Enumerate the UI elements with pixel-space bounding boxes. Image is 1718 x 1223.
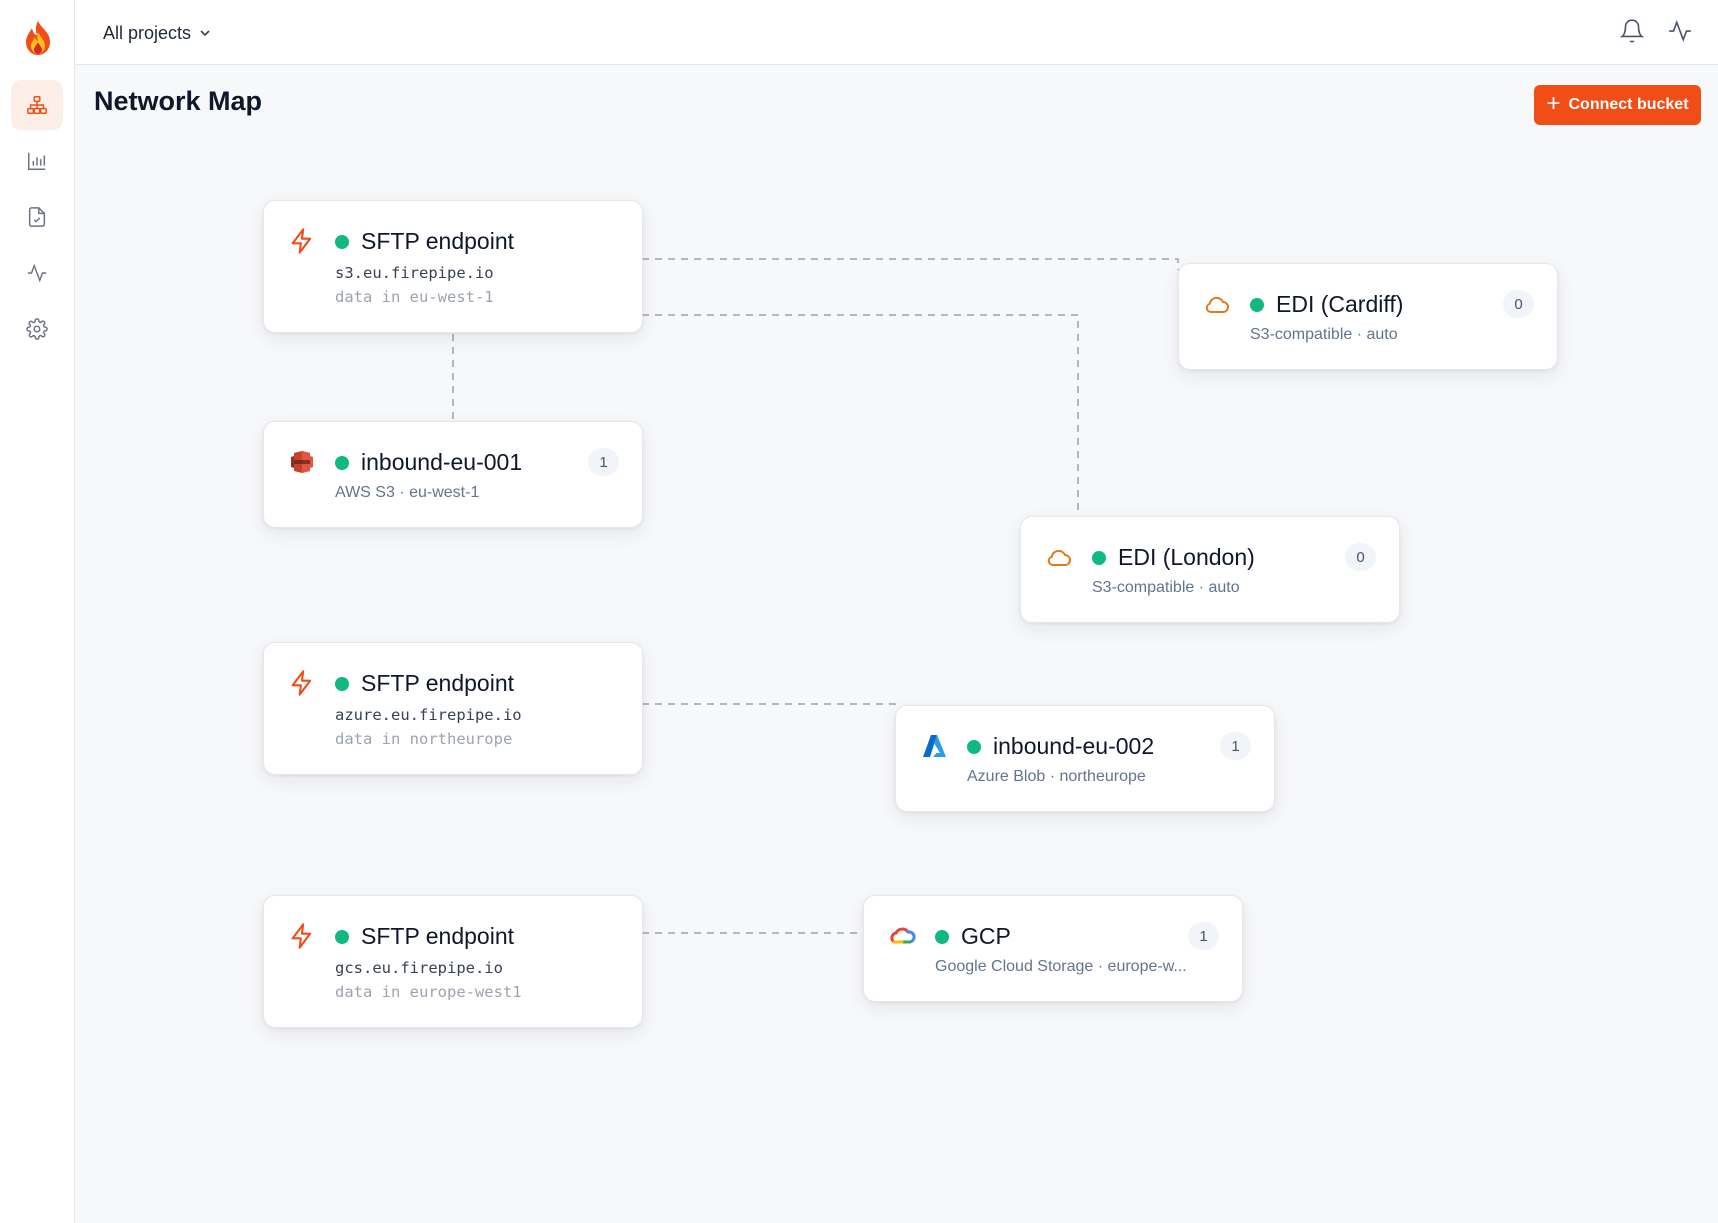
node-sftp-endpoint-gcs[interactable]: SFTP endpoint gcs.eu.firepipe.io data in… <box>263 895 643 1028</box>
node-region: data in europe-west1 <box>335 983 522 1001</box>
sidebar-item-analytics[interactable] <box>11 136 63 186</box>
project-selector[interactable]: All projects <box>103 20 211 46</box>
lightning-icon <box>288 922 316 950</box>
node-gcp[interactable]: GCP Google Cloud Storage · europe-w... 1 <box>863 895 1243 1002</box>
count-badge: 0 <box>1503 290 1534 318</box>
node-sftp-endpoint-s3[interactable]: SFTP endpoint s3.eu.firepipe.io data in … <box>263 200 643 333</box>
node-edi-cardiff[interactable]: EDI (Cardiff) S3-compatible · auto 0 <box>1178 263 1558 370</box>
connector-sftp1-edi-cardiff <box>642 258 1179 270</box>
chevron-down-icon <box>200 30 210 37</box>
status-dot <box>967 740 981 754</box>
activity-icon <box>1669 20 1691 42</box>
project-selector-label: All projects <box>103 22 192 43</box>
count-badge: 1 <box>1220 732 1251 760</box>
top-bar: All projects <box>75 0 1718 65</box>
connector-sftp1-edi-london <box>642 314 1079 516</box>
node-inbound-eu-001[interactable]: inbound-eu-001 AWS S3 · eu-west-1 1 <box>263 421 643 528</box>
lightning-icon <box>288 669 316 697</box>
connect-bucket-label: Connect bucket <box>1568 96 1689 113</box>
activity-icon <box>27 263 47 283</box>
node-subtitle: S3-compatible · auto <box>1092 579 1240 596</box>
node-host: s3.eu.firepipe.io <box>335 264 494 282</box>
status-dot <box>335 235 349 249</box>
node-inbound-eu-002[interactable]: inbound-eu-002 Azure Blob · northeurope … <box>895 705 1275 812</box>
status-dot <box>335 456 349 470</box>
connect-bucket-button[interactable]: + Connect bucket <box>1534 85 1701 125</box>
node-subtitle: Azure Blob · northeurope <box>967 768 1146 785</box>
cloud-icon <box>1203 290 1231 318</box>
cloud-icon <box>1045 543 1073 571</box>
status-dot <box>335 930 349 944</box>
count-badge: 1 <box>588 448 619 476</box>
page-title: Network Map <box>94 86 263 116</box>
node-region: data in northeurope <box>335 730 513 748</box>
status-dot <box>1250 298 1264 312</box>
firepipe-logo[interactable] <box>21 20 55 56</box>
node-host: gcs.eu.firepipe.io <box>335 959 503 977</box>
bell-icon <box>1619 19 1645 43</box>
count-badge: 0 <box>1345 543 1376 571</box>
node-host: azure.eu.firepipe.io <box>335 706 522 724</box>
status-dot <box>335 677 349 691</box>
node-title: SFTP endpoint <box>361 923 515 949</box>
node-subtitle: AWS S3 · eu-west-1 <box>335 484 480 501</box>
gear-icon <box>26 318 48 340</box>
file-check-icon <box>28 207 46 227</box>
google-cloud-icon <box>888 922 916 950</box>
node-title: inbound-eu-001 <box>361 449 523 475</box>
count-badge: 1 <box>1188 922 1219 950</box>
sidebar-item-activity[interactable] <box>11 248 63 298</box>
plus-icon: + <box>1546 90 1561 117</box>
node-title: SFTP endpoint <box>361 670 515 696</box>
node-subtitle: S3-compatible · auto <box>1250 326 1398 343</box>
node-title: inbound-eu-002 <box>993 733 1155 759</box>
node-edi-london[interactable]: EDI (London) S3-compatible · auto 0 <box>1020 516 1400 623</box>
notifications-button[interactable] <box>1619 18 1645 44</box>
status-dot <box>935 930 949 944</box>
aws-s3-icon <box>288 448 316 476</box>
lightning-icon <box>288 227 316 255</box>
status-dot <box>1092 551 1106 565</box>
activity-button[interactable] <box>1667 18 1693 44</box>
sidebar-item-documents[interactable] <box>11 192 63 242</box>
sidebar <box>0 0 75 1223</box>
node-title: SFTP endpoint <box>361 228 515 254</box>
connector-sftp2-inbound2 <box>642 703 896 707</box>
sitemap-icon <box>27 96 47 114</box>
node-sftp-endpoint-azure[interactable]: SFTP endpoint azure.eu.firepipe.io data … <box>263 642 643 775</box>
bar-chart-icon <box>28 152 46 170</box>
azure-icon <box>920 732 948 760</box>
node-region: data in eu-west-1 <box>335 288 494 306</box>
node-subtitle: Google Cloud Storage · europe-w... <box>935 958 1187 975</box>
node-title: EDI (Cardiff) <box>1276 291 1404 317</box>
sidebar-item-settings[interactable] <box>11 304 63 354</box>
connection-lines <box>452 258 1179 934</box>
sidebar-item-network-map[interactable] <box>11 80 63 130</box>
flame-icon <box>26 21 50 55</box>
node-title: GCP <box>961 923 1011 949</box>
node-title: EDI (London) <box>1118 544 1255 570</box>
